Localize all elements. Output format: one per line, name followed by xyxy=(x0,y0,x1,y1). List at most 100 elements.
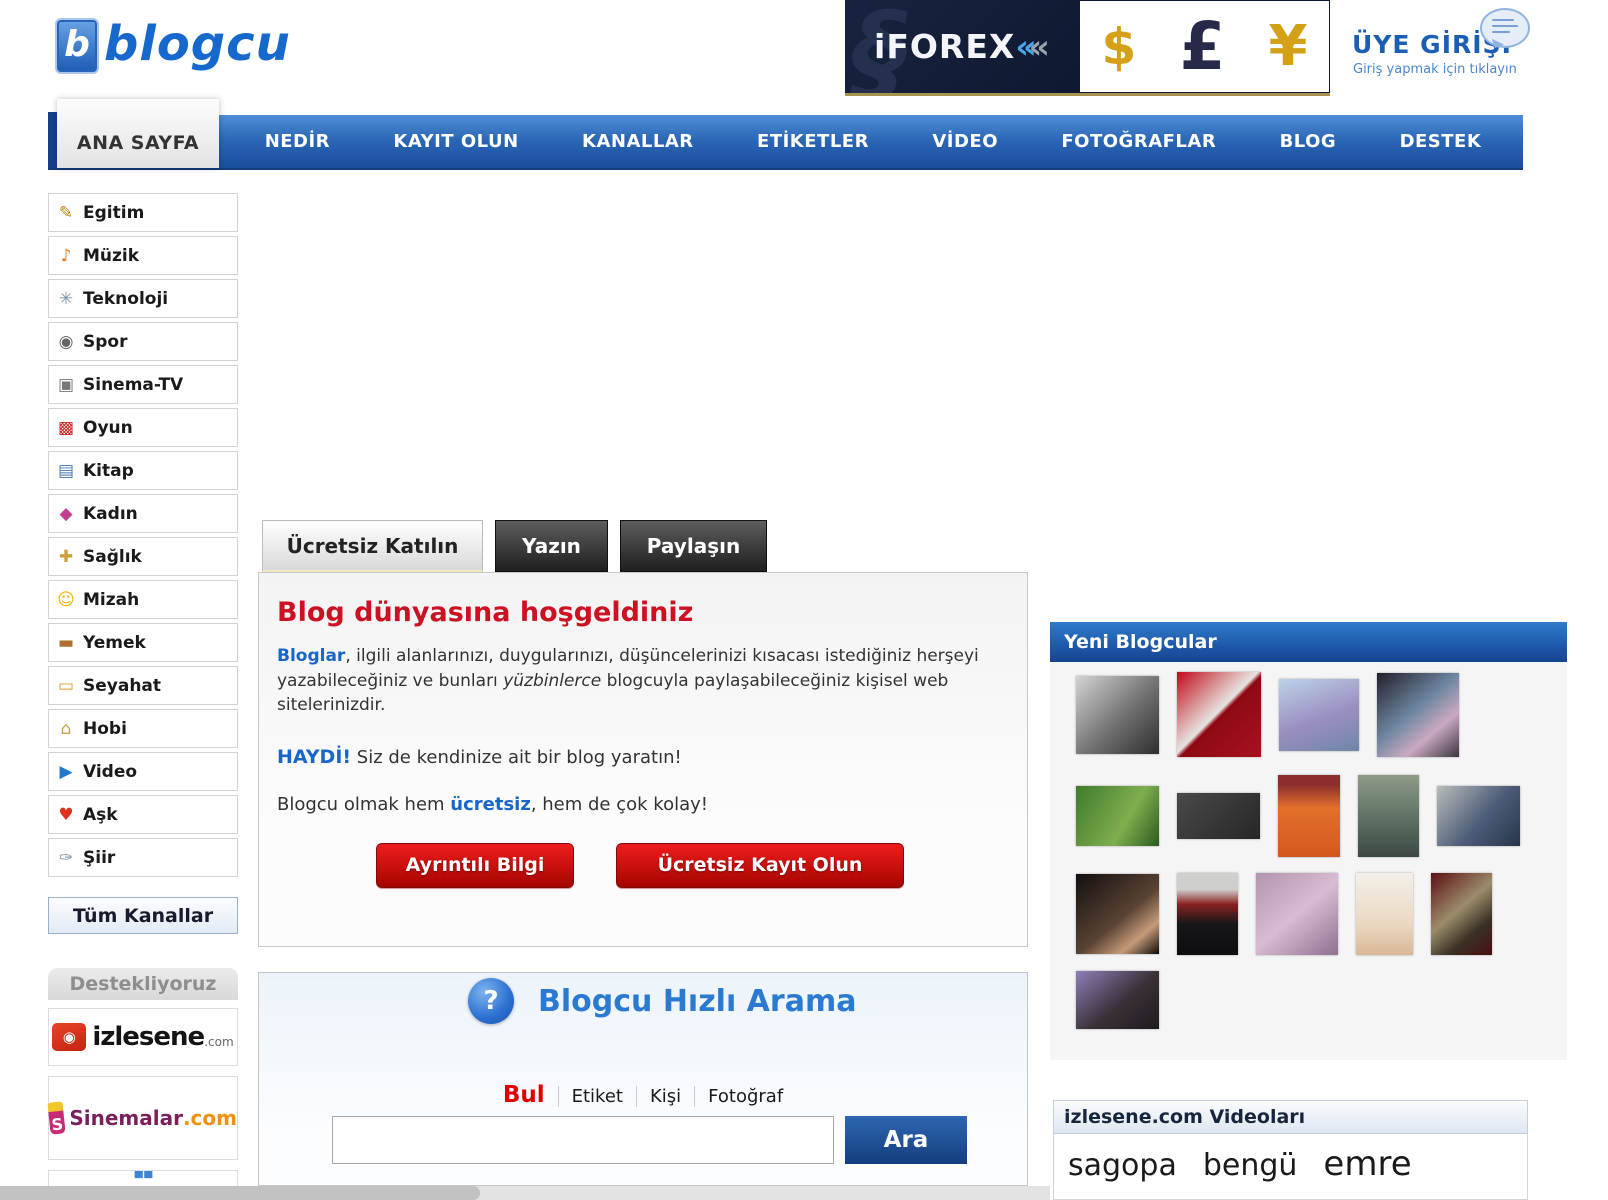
blogcu-logo-icon[interactable]: b xyxy=(55,18,99,74)
blogger-avatar[interactable] xyxy=(1431,873,1492,955)
izlesene-videos-tags: sagopa bengü emre xyxy=(1053,1134,1528,1200)
partner-izlesene-logo[interactable]: ◉ izlesene .com xyxy=(48,1008,238,1066)
nav-item[interactable]: BLOG xyxy=(1280,131,1337,152)
member-login-subtitle[interactable]: Giriş yapmak için tıklayın xyxy=(1353,62,1517,77)
blogger-avatar[interactable] xyxy=(1076,971,1159,1029)
blogger-avatar[interactable] xyxy=(1177,873,1238,955)
channel-label: Kadın xyxy=(83,504,138,524)
new-bloggers-panel xyxy=(1050,662,1567,1060)
nav-item[interactable]: DESTEK xyxy=(1400,131,1482,152)
channel-icon: ✑ xyxy=(49,848,83,868)
blogger-avatar[interactable] xyxy=(1076,676,1159,754)
blogger-avatar[interactable] xyxy=(1076,874,1159,954)
sidebar-channel-item[interactable]: ▭ Seyahat xyxy=(48,666,238,705)
sidebar-channel-item[interactable]: ◆ Kadın xyxy=(48,494,238,533)
search-filter-option[interactable]: Kişi xyxy=(636,1086,694,1107)
currency-symbols-panel: $ £ ¥ xyxy=(1080,0,1330,93)
ucretsiz-link[interactable]: ücretsiz xyxy=(450,794,531,815)
iforex-ad-banner[interactable]: § iFOREX«« $ £ ¥ xyxy=(845,0,1330,96)
search-filter-option[interactable]: Etiket xyxy=(558,1086,636,1107)
support-section-header: Destekliyoruz xyxy=(48,968,238,1000)
channel-label: Yemek xyxy=(83,633,146,653)
nav-item[interactable]: NEDİR xyxy=(265,131,330,152)
channel-icon: ✚ xyxy=(49,547,83,567)
sidebar-channel-item[interactable]: ✚ Sağlık xyxy=(48,537,238,576)
sidebar-channel-item[interactable]: ⌂ Hobi xyxy=(48,709,238,748)
tab-paylasin[interactable]: Paylaşın xyxy=(620,520,767,572)
channel-icon: ◉ xyxy=(49,332,83,352)
sidebar-channel-item[interactable]: ▤ Kitap xyxy=(48,451,238,490)
page: b blogcu § iFOREX«« $ £ ¥ ÜYE GİRİŞİ Gir… xyxy=(0,0,1608,1200)
sidebar-channel-item[interactable]: ☺ Mizah xyxy=(48,580,238,619)
blogger-avatar[interactable] xyxy=(1177,672,1261,757)
channel-label: Hobi xyxy=(83,719,127,739)
search-button[interactable]: Ara xyxy=(845,1116,967,1164)
horizontal-scrollbar-thumb[interactable] xyxy=(0,1186,480,1200)
sidebar-channel-item[interactable]: ♥ Aşk xyxy=(48,795,238,834)
main-navbar: NEDİR KAYIT OLUN KANALLAR ETİKETLER VİDE… xyxy=(48,115,1523,170)
sidebar-channel-item[interactable]: ◉ Spor xyxy=(48,322,238,361)
video-tag[interactable]: sagopa xyxy=(1068,1148,1177,1183)
video-tag[interactable]: bengü xyxy=(1203,1148,1298,1183)
blogger-avatar[interactable] xyxy=(1356,873,1413,955)
tab-yazin[interactable]: Yazın xyxy=(495,520,608,572)
nav-item[interactable]: VİDEO xyxy=(932,131,998,152)
tab-ucretsiz-katilin[interactable]: Ücretsiz Katılın xyxy=(262,520,483,572)
blogger-avatar[interactable] xyxy=(1177,793,1260,839)
search-input[interactable] xyxy=(332,1116,834,1164)
search-filter-option[interactable]: Fotoğraf xyxy=(694,1086,796,1107)
sidebar-channel-item[interactable]: ✑ Şiir xyxy=(48,838,238,877)
welcome-panel: Blog dünyasına hoşgeldiniz Bloglar, ilgi… xyxy=(258,572,1028,947)
blogger-avatar[interactable] xyxy=(1437,786,1520,846)
nav-item-home[interactable]: ANA SAYFA xyxy=(57,99,219,168)
sidebar-channel-item[interactable]: ▣ Sinema-TV xyxy=(48,365,238,404)
channel-icon: ♪ xyxy=(49,246,83,266)
partner-third-logo[interactable]: ❝ xyxy=(48,1170,238,1186)
channel-label: Oyun xyxy=(83,418,133,438)
sidebar-channel-item[interactable]: ▬ Yemek xyxy=(48,623,238,662)
cta-line: HAYDİ! Siz de kendinize ait bir blog yar… xyxy=(277,746,1007,768)
search-filters: Bul Etiket Kişi Fotoğraf xyxy=(258,1082,1028,1108)
quote-icon: ❝ xyxy=(131,1171,154,1187)
sidebar-channel-item[interactable]: ✎ Egitim xyxy=(48,193,238,232)
channel-icon: ✳ xyxy=(49,289,83,309)
all-channels-button[interactable]: Tüm Kanallar xyxy=(48,897,238,934)
popcorn-icon: S xyxy=(47,1101,66,1134)
channel-icon: ⌂ xyxy=(49,719,83,739)
blogger-avatar[interactable] xyxy=(1076,786,1159,846)
detailed-info-button[interactable]: Ayrıntılı Bilgi xyxy=(376,843,574,888)
nav-item[interactable]: ETİKETLER xyxy=(757,131,869,152)
blogger-avatar[interactable] xyxy=(1377,673,1459,757)
avatar-row xyxy=(1076,672,1567,757)
sidebar-channel-item[interactable]: ▶ Video xyxy=(48,752,238,791)
search-filter-option[interactable]: Bul xyxy=(490,1082,558,1108)
free-register-button[interactable]: Ücretsiz Kayıt Olun xyxy=(616,843,904,888)
channel-label: Aşk xyxy=(83,805,118,825)
nav-item[interactable]: FOTOĞRAFLAR xyxy=(1061,131,1216,152)
nav-item[interactable]: KANALLAR xyxy=(582,131,694,152)
iforex-logo: iFOREX«« xyxy=(874,27,1051,66)
channel-label: Egitim xyxy=(83,203,144,223)
channel-icon: ▣ xyxy=(49,375,83,395)
channel-icon: ✎ xyxy=(49,203,83,223)
channel-label: Sinema-TV xyxy=(83,375,183,395)
blogger-avatar[interactable] xyxy=(1279,679,1359,751)
sidebar-channel-item[interactable]: ▩ Oyun xyxy=(48,408,238,447)
currency-symbol-icon: ¥ xyxy=(1268,14,1307,79)
iforex-logo-panel: § iFOREX«« xyxy=(845,0,1080,93)
video-tag[interactable]: emre xyxy=(1323,1144,1411,1184)
channel-label: Mizah xyxy=(83,590,139,610)
blogger-avatar[interactable] xyxy=(1278,775,1340,857)
channel-icon: ▩ xyxy=(49,418,83,438)
channel-label: Seyahat xyxy=(83,676,161,696)
sidebar-channel-item[interactable]: ♪ Müzik xyxy=(48,236,238,275)
blogcu-logo-text[interactable]: blogcu xyxy=(104,16,291,72)
blogger-avatar[interactable] xyxy=(1358,775,1419,857)
sidebar-channel-item[interactable]: ✳ Teknoloji xyxy=(48,279,238,318)
blogger-avatar[interactable] xyxy=(1256,873,1338,955)
nav-item[interactable]: KAYIT OLUN xyxy=(393,131,518,152)
avatar-row xyxy=(1076,775,1567,857)
partner-sinemalar-logo[interactable]: S Sinemalar .com xyxy=(48,1076,238,1160)
bloglar-link[interactable]: Bloglar xyxy=(277,646,345,666)
channel-label: Teknoloji xyxy=(83,289,168,309)
